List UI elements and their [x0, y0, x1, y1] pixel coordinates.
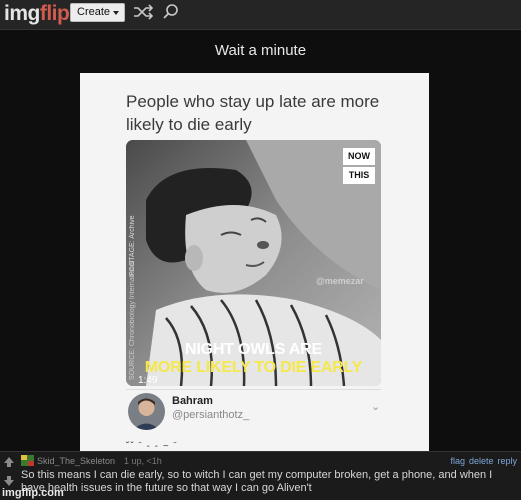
author-name: Bahram [172, 395, 213, 407]
tweet-text: People who stay up late are more likely … [126, 92, 380, 134]
create-menu-button[interactable]: Create [70, 3, 125, 22]
search-icon[interactable] [162, 3, 180, 21]
now-this-badge-now: NOW [343, 148, 375, 165]
meme-title: Wait a minute [214, 42, 307, 59]
upvote-arrow-icon[interactable] [3, 456, 15, 468]
tweet-divider [126, 389, 381, 390]
delete-link[interactable]: delete [469, 456, 494, 466]
video-thumbnail: NOW THIS FOOTAGE: Archive SOURCE: Chrono… [126, 140, 381, 386]
shuffle-icon[interactable] [133, 4, 153, 20]
caret-down-icon [113, 11, 119, 15]
logo-text-flip[interactable]: flip [40, 2, 70, 25]
commenter-username[interactable]: Skid_The_Skeleton [37, 456, 115, 466]
comment-actions: flag delete reply [446, 456, 517, 466]
now-this-badge-this: THIS [343, 167, 375, 184]
caption-line2: MORE LIKELY TO DIE EARLY [144, 359, 363, 376]
comment: Skid_The_Skeleton 1 up, <1h flag delete re… [0, 451, 521, 500]
flag-link[interactable]: flag [450, 456, 465, 466]
author-handle: @persianthotz_ [172, 409, 250, 421]
avatar-photo [128, 393, 165, 430]
top-nav-bar: imgflip Create [0, 0, 521, 30]
user-badge-icon [21, 455, 34, 466]
caption-line1: NIGHT OWLS ARE [184, 341, 323, 358]
meme-image[interactable]: People who stay up late are more likely … [80, 73, 429, 453]
reply-link[interactable]: reply [497, 456, 517, 466]
comment-text: So this means I can die early, so to wit… [21, 469, 493, 494]
downvote-arrow-icon[interactable] [3, 475, 15, 487]
memezar-watermark: @memezar [316, 276, 364, 286]
chevron-down-icon: ⌄ [371, 401, 381, 413]
imgflip-logo[interactable]: imgflip [4, 2, 70, 26]
logo-text-img[interactable]: img [4, 2, 40, 25]
author-avatar [128, 393, 165, 430]
video-duration: 1:49 [138, 375, 158, 386]
imgflip-watermark: imgflip.com [2, 487, 64, 499]
create-label[interactable]: Create [77, 6, 110, 18]
comment-meta: 1 up, <1h [124, 456, 162, 466]
